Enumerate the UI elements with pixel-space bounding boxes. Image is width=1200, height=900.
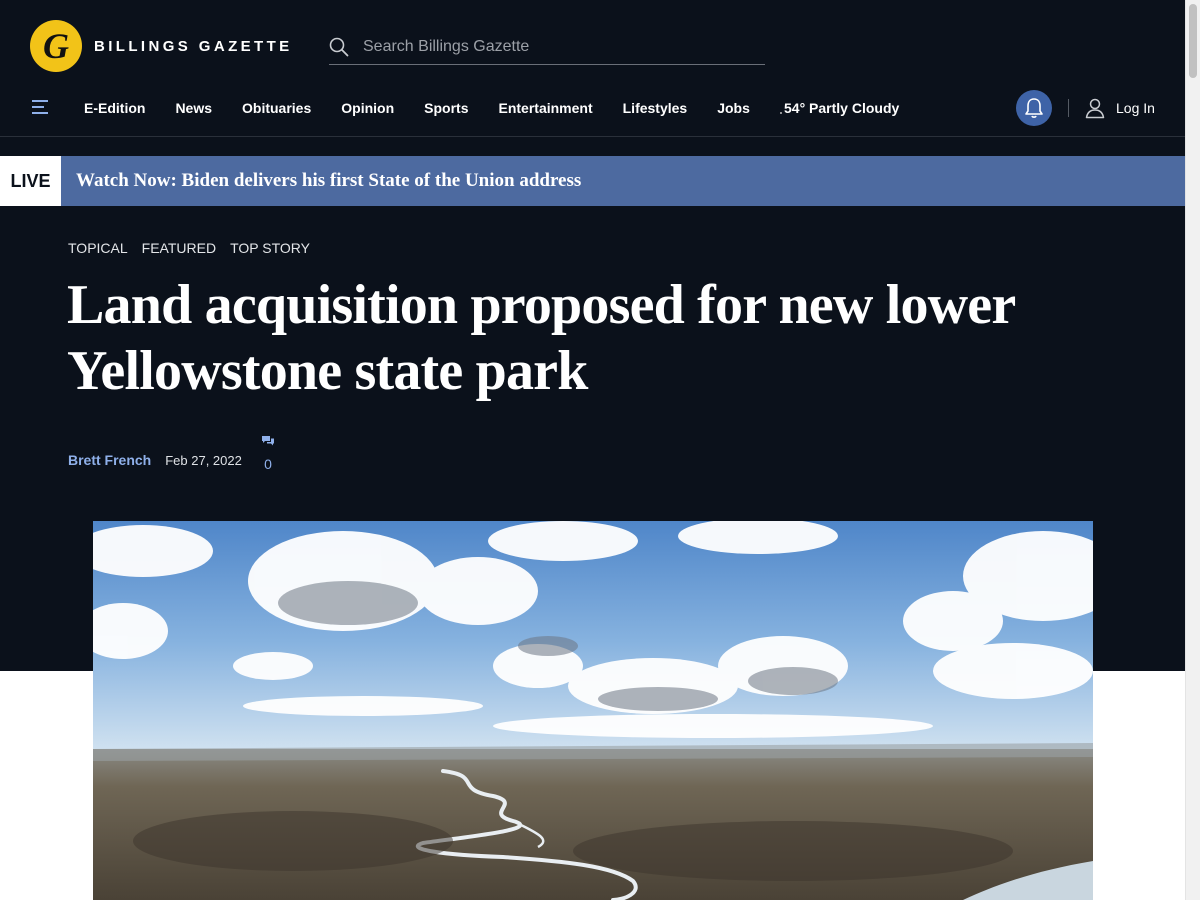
nav-item-obituaries[interactable]: Obituaries [242,100,311,116]
nav-item-e-edition[interactable]: E-Edition [84,100,145,116]
tag-topical[interactable]: TOPICAL [68,240,128,256]
search-input[interactable] [361,37,745,57]
site-header: G BILLINGS GAZETTE E-Edition News Obitua… [0,0,1186,136]
user-icon [1085,98,1105,119]
tag-featured[interactable]: FEATURED [142,240,216,256]
nav-item-entertainment[interactable]: Entertainment [499,100,593,116]
article-tags: TOPICAL FEATURED TOP STORY [68,240,324,256]
nav-item-sports[interactable]: Sports [424,100,468,116]
page-scrollbar[interactable] [1185,0,1200,900]
landscape-photo [93,521,1093,900]
author-link[interactable]: Brett French [68,452,151,468]
tag-top-story[interactable]: TOP STORY [230,240,310,256]
scrollbar-thumb[interactable] [1189,4,1197,78]
login-link[interactable]: Log In [1084,96,1155,120]
nav-links: E-Edition News Obituaries Opinion Sports… [84,88,780,128]
live-banner-text: Watch Now: Biden delivers his first Stat… [76,170,582,191]
nav-item-news[interactable]: News [175,100,212,116]
main-nav: E-Edition News Obituaries Opinion Sports… [0,88,1186,128]
article-headline: Land acquisition proposed for new lower … [67,274,1015,402]
search-bar [329,30,765,65]
comment-icon [262,436,274,446]
bell-icon [1025,98,1043,118]
logo-mark: G [30,20,82,72]
live-badge: LIVE [0,156,61,206]
publish-date: Feb 27, 2022 [165,452,242,468]
nav-divider [1068,99,1069,117]
weather-text: 54° Partly Cloudy [784,100,900,116]
live-banner[interactable]: LIVE Watch Now: Biden delivers his first… [0,156,1186,206]
article-byline: Brett French Feb 27, 2022 [68,452,242,468]
logo-letter: G [43,26,69,66]
comment-count: 0 [264,456,272,472]
hamburger-menu-icon[interactable] [30,98,50,116]
logo-wordmark: BILLINGS GAZETTE [94,37,293,55]
weather-widget[interactable]: 54° Partly Cloudy [780,88,899,128]
login-label: Log In [1116,100,1155,116]
notifications-button[interactable] [1016,90,1052,126]
hero-image[interactable] [93,521,1093,900]
comments-link[interactable]: 0 [258,434,278,472]
weather-icon [780,112,782,114]
site-logo[interactable]: G BILLINGS GAZETTE [30,20,293,72]
nav-item-lifestyles[interactable]: Lifestyles [623,100,688,116]
search-icon[interactable] [329,37,349,57]
nav-item-opinion[interactable]: Opinion [341,100,394,116]
nav-item-jobs[interactable]: Jobs [717,100,750,116]
header-divider [0,136,1186,137]
